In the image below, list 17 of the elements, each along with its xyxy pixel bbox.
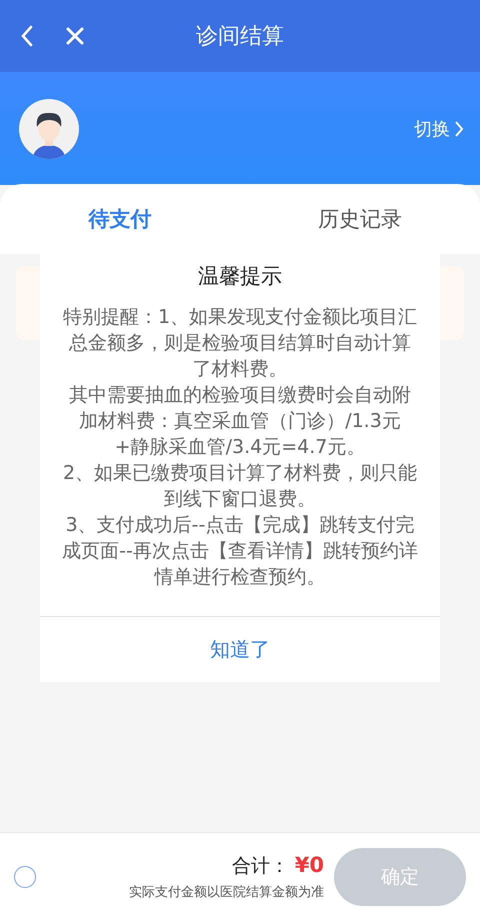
dialog-title: 温馨提示 bbox=[197, 263, 283, 290]
total-amount: ¥0 bbox=[294, 853, 324, 877]
total-label: 合计： bbox=[232, 854, 289, 879]
switch-button[interactable]: 切换 bbox=[414, 116, 464, 140]
dialog-paragraph: 特别提醒：1、如果发现支付金额比项目汇总金额多，则是检验项目结算时自动计算了材料费。 bbox=[62, 305, 418, 382]
chevron-right-icon bbox=[454, 120, 464, 138]
payment-note: 实际支付金额以医院结算金额为准 bbox=[129, 884, 324, 901]
dialog-paragraph: 其中需要抽血的检验项目缴费时会自动附加材料费：真空采血管（门诊）/1.3元+静脉采血管/3.4元=4.7元。 bbox=[68, 383, 412, 460]
tab[interactable]: 待支付 bbox=[0, 184, 240, 254]
dialog-paragraph: 2、如果已缴费项目计算了材料费，则只能到线下窗口退费。 bbox=[62, 461, 418, 512]
page-title: 诊间结算 bbox=[195, 23, 285, 51]
back-icon bbox=[20, 25, 34, 47]
tab[interactable]: 历史记录 bbox=[240, 184, 480, 254]
avatar-icon bbox=[18, 98, 80, 160]
dialog-paragraph: 3、支付成功后--点击【完成】跳转支付完成页面--再次点击【查看详情】跳转预约详情单进行检查预约。 bbox=[62, 513, 418, 590]
select-all-radio[interactable] bbox=[14, 866, 36, 888]
close-icon bbox=[65, 26, 85, 46]
